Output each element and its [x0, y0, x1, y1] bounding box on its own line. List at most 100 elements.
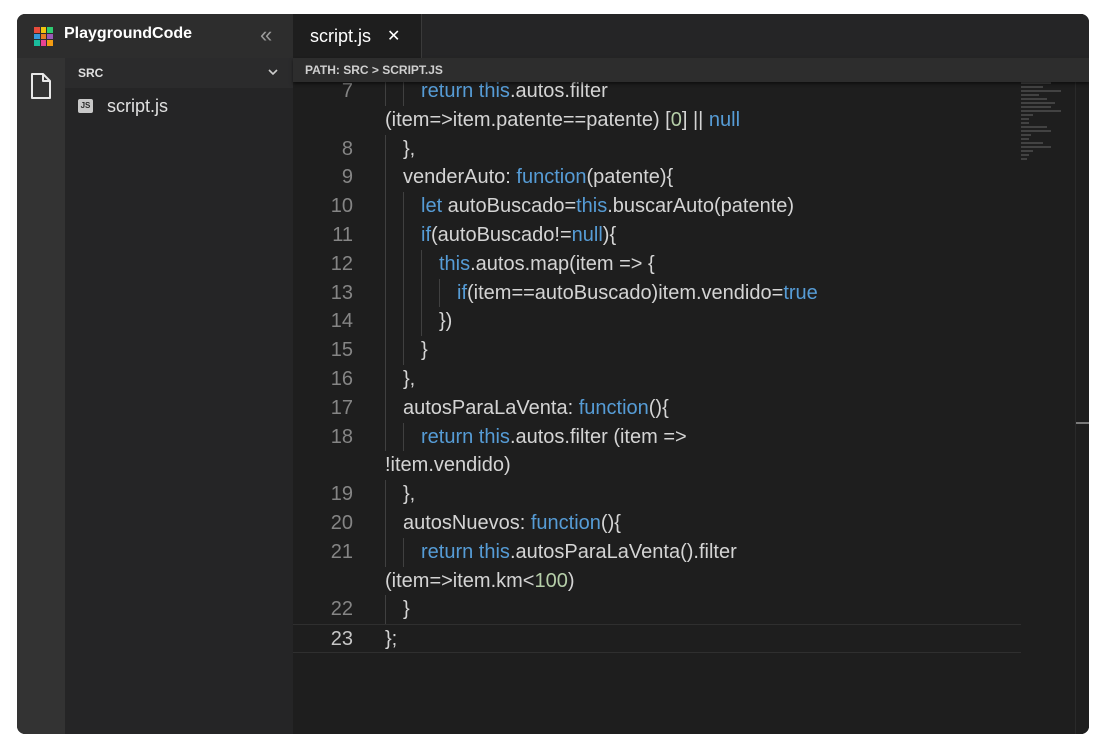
activity-bar — [17, 58, 65, 734]
code-token: autosParaLaVenta: — [403, 396, 579, 419]
code-line: !item.vendido) — [293, 451, 1021, 480]
indent-guide — [385, 220, 386, 250]
line-number: 7 — [341, 82, 353, 102]
keyword-token: if — [457, 281, 467, 304]
minimap-line — [1021, 150, 1033, 152]
code-line: (item=>item.patente==patente) [0] || nul… — [293, 106, 1021, 135]
minimap-line — [1021, 142, 1043, 144]
indent-guide — [385, 393, 386, 423]
code-text: if(item==autoBuscado)item.vendido=true — [457, 279, 818, 308]
code-token: ] || — [681, 108, 709, 131]
code-token: (patente){ — [586, 166, 674, 189]
indent-guide — [385, 422, 386, 452]
app-title: PlaygroundCode — [64, 25, 193, 42]
code-text: }, — [403, 480, 415, 509]
minimap-line — [1021, 126, 1047, 128]
code-token: ){ — [602, 223, 617, 246]
indent-guide — [439, 278, 440, 308]
keyword-token: true — [783, 281, 818, 304]
keyword-token: function — [516, 166, 587, 189]
keyword-token: this — [439, 252, 471, 275]
code-token: !item.vendido) — [385, 454, 511, 477]
code-line: 23}; — [293, 624, 1021, 653]
file-item-script-js[interactable]: JS script.js — [65, 92, 293, 120]
tab-script-js[interactable]: script.js ✕ — [293, 14, 422, 58]
code-text: (item=>item.km<100) — [385, 567, 575, 596]
indent-guide — [403, 220, 404, 250]
keyword-token: function — [578, 396, 649, 419]
folder-src[interactable]: SRC — [65, 58, 293, 88]
minimap-line — [1021, 122, 1029, 124]
code-token: (){ — [600, 511, 621, 534]
code-token: .autos.map(item => { — [470, 252, 655, 275]
keyword-token: null — [708, 108, 741, 131]
app-logo-icon — [34, 27, 53, 46]
code-line: 8}, — [293, 134, 1021, 164]
indent-guide — [385, 480, 386, 509]
indent-guide — [403, 192, 404, 221]
code-token: .autos.filter — [509, 82, 608, 102]
line-number: 16 — [330, 367, 353, 390]
code-line: 22} — [293, 595, 1021, 625]
code-text: autosNuevos: function(){ — [403, 509, 621, 538]
code-line: 9 venderAuto: function(patente){ — [293, 163, 1021, 193]
code-token: (autoBuscado!= — [431, 223, 572, 246]
code-line: (item=>item.km<100) — [293, 567, 1021, 596]
minimap-line — [1021, 102, 1055, 104]
code-text: } — [403, 595, 410, 624]
keyword-token: let — [421, 195, 443, 218]
breadcrumb-path: PATH: SRC > SCRIPT.JS — [305, 63, 443, 77]
minimap-line — [1021, 110, 1061, 112]
indent-guide — [385, 307, 386, 337]
keyword-token: return this — [421, 82, 510, 102]
line-number: 19 — [330, 483, 353, 506]
keyword-token: function — [530, 511, 601, 534]
line-number: 12 — [330, 252, 353, 275]
chevron-down-icon — [268, 69, 278, 76]
line-number: 9 — [341, 166, 353, 189]
file-explorer: SRC JS script.js — [65, 58, 293, 734]
scrollbar-thumb[interactable] — [1076, 422, 1089, 424]
code-text: venderAuto: function(patente){ — [403, 163, 673, 192]
indent-guide — [403, 336, 404, 365]
tab-close-icon[interactable]: ✕ — [387, 26, 400, 46]
minimap[interactable] — [1021, 82, 1075, 160]
minimap-line — [1021, 114, 1033, 116]
line-number: 10 — [330, 195, 353, 218]
code-text: !item.vendido) — [385, 451, 511, 480]
code-token: } — [403, 598, 410, 621]
folder-label: SRC — [78, 66, 104, 80]
code-token: }) — [439, 310, 453, 333]
minimap-line — [1021, 118, 1029, 120]
file-name: script.js — [107, 96, 169, 116]
collapse-sidebar-button[interactable]: « — [260, 22, 272, 48]
code-line: 20 autosNuevos: function(){ — [293, 508, 1021, 538]
keyword-token: null — [571, 223, 603, 246]
code-line: 13 if(item==autoBuscado)item.vendido=true — [293, 278, 1021, 308]
code-token: (){ — [648, 396, 669, 419]
line-number: 11 — [332, 223, 353, 246]
minimap-line — [1021, 158, 1027, 160]
editor-scrollbar[interactable] — [1075, 82, 1089, 734]
indent-guide — [385, 134, 386, 164]
line-number: 15 — [330, 339, 353, 362]
code-token: .autosParaLaVenta().filter — [509, 540, 737, 563]
minimap-line — [1021, 154, 1029, 156]
keyword-token: return this — [421, 425, 510, 448]
indent-guide — [385, 595, 386, 625]
code-token: }, — [403, 367, 416, 390]
number-token: 100 — [534, 569, 568, 592]
code-token: (item==autoBuscado)item.vendido= — [467, 281, 784, 304]
indent-guide — [385, 192, 386, 221]
indent-guide — [421, 278, 422, 308]
code-text: (item=>item.patente==patente) [0] || nul… — [385, 106, 740, 135]
line-number: 18 — [330, 425, 353, 448]
code-line: 17 autosParaLaVenta: function(){ — [293, 393, 1021, 423]
breadcrumb: PATH: SRC > SCRIPT.JS — [293, 58, 1089, 82]
number-token: 0 — [670, 108, 682, 131]
explorer-file-icon[interactable] — [29, 72, 53, 100]
keyword-token: return this — [421, 540, 510, 563]
code-text: } — [421, 336, 428, 365]
code-editor[interactable]: 7 return this.autos.filter (item=>item.pat… — [293, 82, 1089, 734]
code-text: }, — [403, 135, 415, 164]
